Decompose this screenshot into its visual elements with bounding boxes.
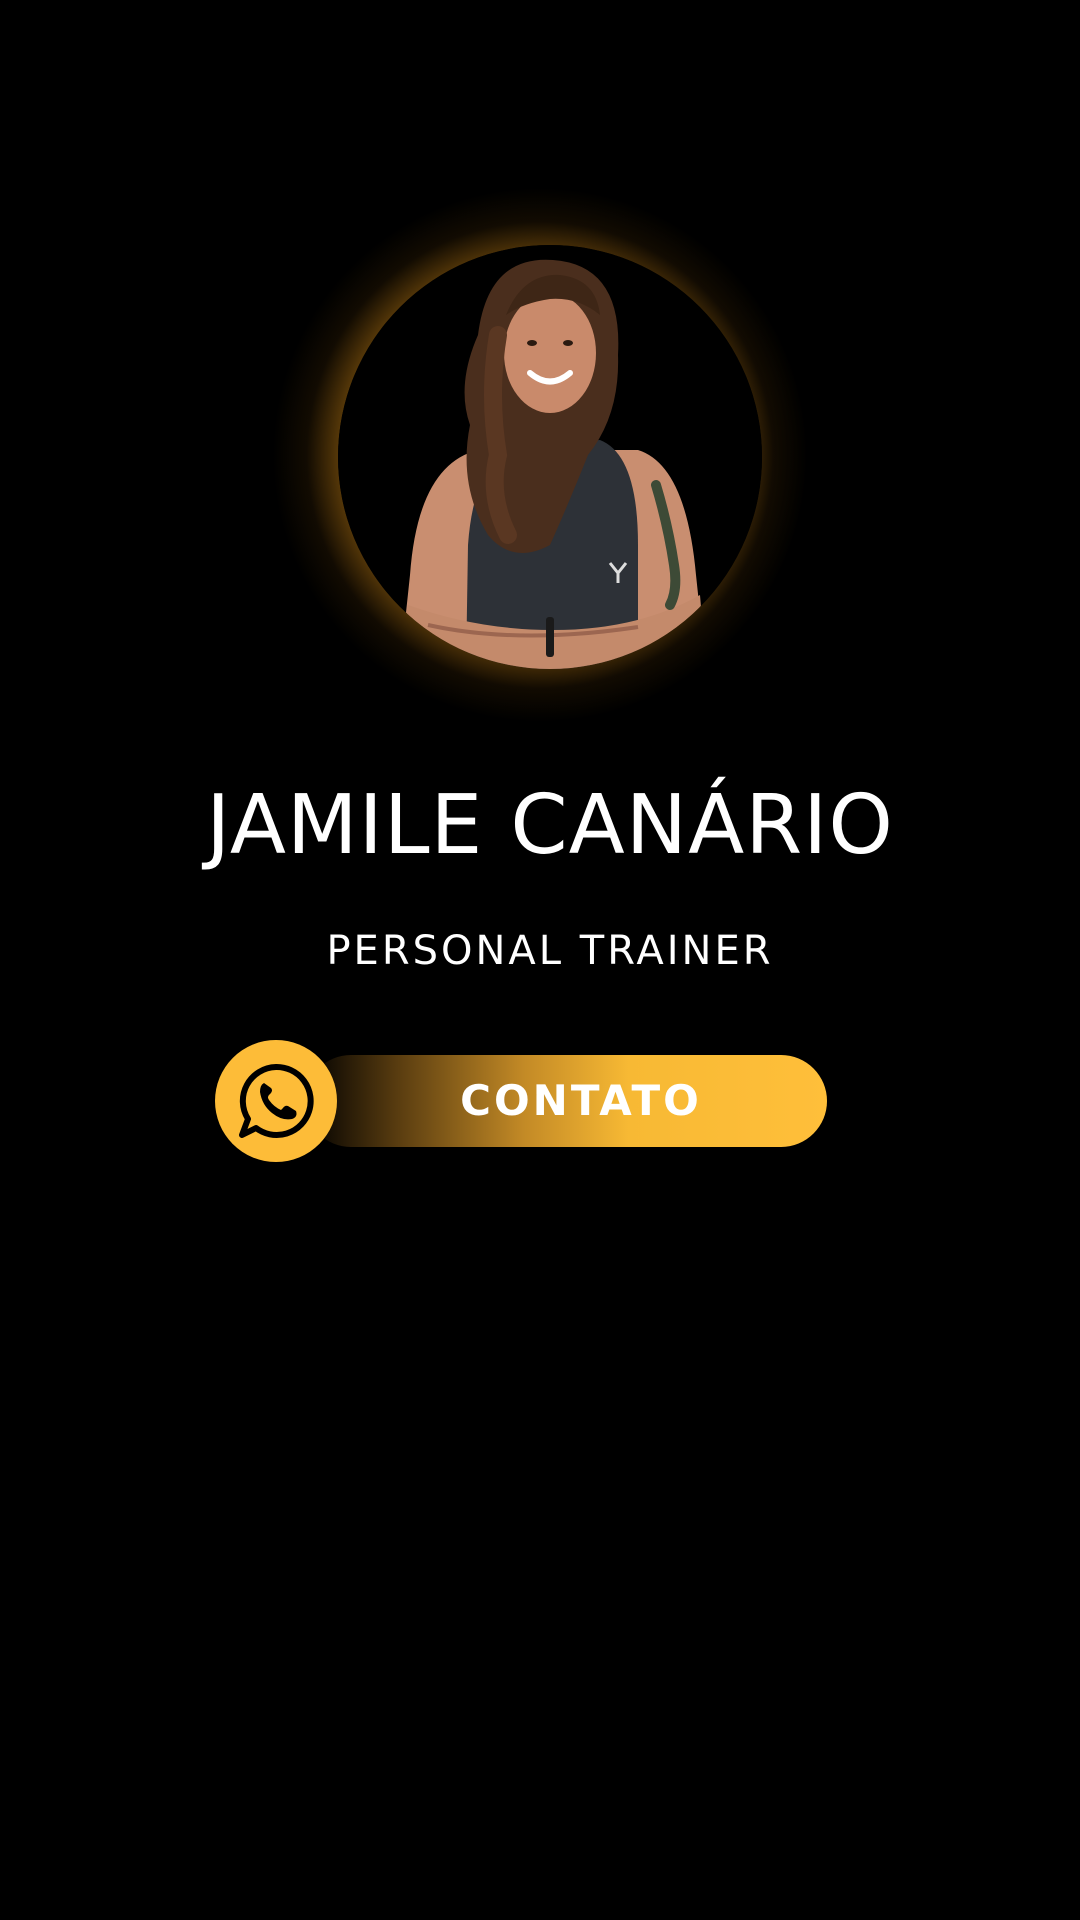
profile-name: JAMILE CANÁRIO (206, 778, 894, 873)
contact-button[interactable]: CONTATO (215, 1040, 827, 1162)
link-page: JAMILE CANÁRIO PERSONAL TRAINER CONTATO (0, 0, 1080, 1920)
whatsapp-icon[interactable] (215, 1040, 337, 1162)
contact-label: CONTATO (460, 1076, 702, 1125)
profile-role: PERSONAL TRAINER (326, 928, 774, 974)
profile-photo (338, 245, 762, 669)
